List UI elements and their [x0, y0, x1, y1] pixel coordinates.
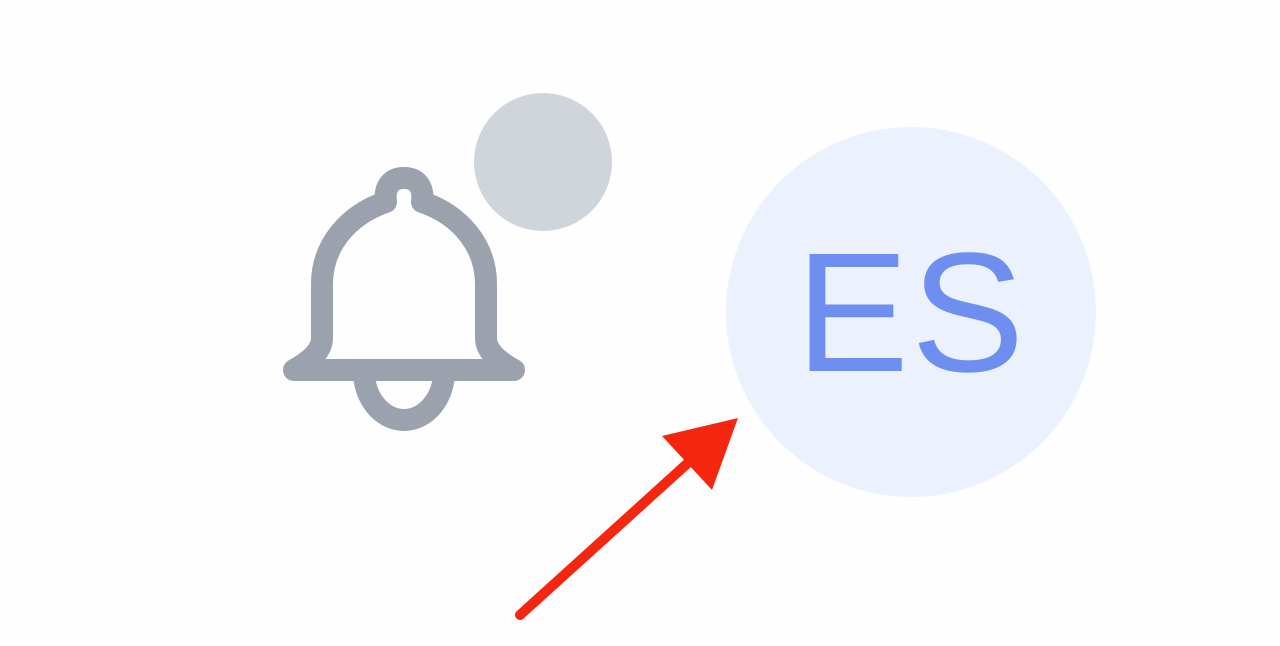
avatar-initials: ES [795, 218, 1027, 408]
header-toolbar: ES [0, 0, 1280, 646]
user-avatar-button[interactable]: ES [726, 127, 1096, 497]
notification-dot [474, 93, 612, 231]
